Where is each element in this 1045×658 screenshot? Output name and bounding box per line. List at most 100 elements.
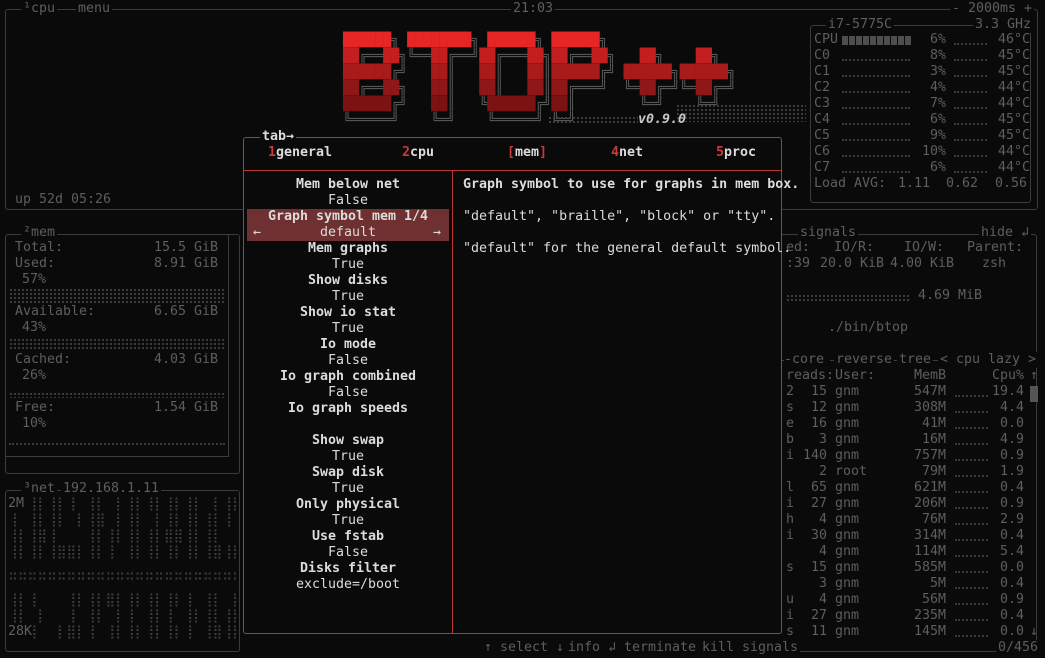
temp-graph [954,104,987,109]
option-label[interactable]: Disks filter [247,561,449,577]
option-value[interactable]: True [247,321,449,337]
option-label[interactable]: Show disks [247,273,449,289]
per-core-toggle[interactable]: -core [784,352,831,368]
tab-cpu[interactable]: 2cpu [402,145,434,161]
cpu-box-title[interactable]: ¹cpu [21,1,58,17]
option-label[interactable]: Show swap [247,433,449,449]
signals-hint[interactable]: signals [740,640,801,656]
tree-toggle[interactable]: tree [897,352,934,368]
process-name[interactable]: l [786,480,794,496]
option-value[interactable]: False [247,545,449,561]
detail-header: IO/R: [834,240,875,255]
col-user[interactable]: User: [835,368,875,384]
mem-free-label: Free: [15,400,56,415]
option-label[interactable]: Only physical [247,497,449,513]
process-mem: 79M [921,464,946,479]
option-label[interactable]: Mem graphs [247,241,449,257]
process-name[interactable]: s [786,400,794,416]
col-threads[interactable]: reads: [786,368,834,384]
tab-mem[interactable]: [mem] [507,145,547,161]
option-label[interactable]: Swap disk [247,465,449,481]
tab-general[interactable]: 1general [268,145,332,161]
proc-mem-value: 4.69 MiB [918,288,983,303]
option-value[interactable]: False [247,193,449,209]
option-value[interactable]: exclude=/boot [247,577,449,593]
temp-graph [954,152,987,157]
cpu-row-label: C3 [814,96,831,111]
option-value[interactable]: True [247,257,449,273]
kill-hint[interactable]: kill [700,640,737,656]
option-value[interactable]: True [247,513,449,529]
tab-net[interactable]: 4net [611,145,643,161]
process-name[interactable]: i [786,448,794,464]
option-label[interactable]: Io graph speeds [247,401,449,417]
info-hint[interactable]: info ↲ [566,640,619,656]
tab-number: 2 [402,145,411,160]
option-label[interactable]: Use fstab [247,529,449,545]
process-mem: 757M [913,448,946,463]
menu-button[interactable]: menu [76,1,113,17]
cpu-frequency: 3.3 GHz [973,17,1034,33]
terminate-hint[interactable]: terminate [622,640,699,656]
option-value[interactable]: default [247,225,449,241]
update-interval[interactable]: - 2000ms + [950,1,1035,17]
option-label[interactable]: Mem below net [247,177,449,193]
mem-used-value: 8.91 GiB [153,256,218,271]
process-name[interactable]: i [786,496,794,512]
uptime: up 52d 05:26 [15,192,112,207]
process-name[interactable]: u [786,592,794,608]
col-mem[interactable]: MemB [900,368,946,384]
option-label[interactable]: Show io stat [247,305,449,321]
process-mem: 56M [921,592,946,607]
signals-button[interactable]: signals [798,225,859,241]
right-arrow-icon[interactable]: → [433,225,441,241]
process-name[interactable]: i [786,528,794,544]
scrollbar-thumb[interactable] [1030,386,1038,402]
process-mem: 585M [913,560,946,575]
cpu-row-pct: 9% [929,128,946,143]
net-graph-row: ⢸⠀⢸⡇⢸⡇⠀⡇⢸⣿⠀⡇⢸⡇⠀⡇⢸⡇⢸⡇⢸⡇⢸⠀⢸⡇⢸⠀ [8,513,236,528]
process-user: gnm [835,496,860,511]
process-cpu: 0.9 [999,592,1024,607]
mem-available-value: 6.65 GiB [153,304,218,319]
select-hint[interactable]: ↑ select ↓ [482,640,567,656]
tab-proc[interactable]: 5proc [716,145,756,161]
option-label[interactable]: Graph symbol mem 1/4 [247,209,449,225]
process-name[interactable]: s [786,560,794,576]
cpu-row-pct: 6% [929,160,946,175]
hide-button[interactable]: hide ↲ [979,225,1032,241]
detail-header: IO/W: [904,240,945,255]
col-cpu[interactable]: Cpu% [980,368,1024,384]
option-value[interactable]: True [247,449,449,465]
process-threads: 4 [818,544,827,559]
process-name[interactable]: e [786,416,794,432]
process-mem: 235M [913,608,946,623]
mem-box-title[interactable]: ²mem [21,225,58,241]
process-threads: 27 [810,608,827,623]
option-value[interactable]: True [247,481,449,497]
process-name[interactable]: b [786,432,794,448]
process-threads: 12 [810,400,827,415]
cpu-row-label: C6 [814,144,831,159]
option-value[interactable]: True [247,289,449,305]
process-name[interactable]: i [786,608,794,624]
process-count: 0/456 [996,640,1041,656]
scroll-down-icon[interactable]: ↓ [1030,624,1038,640]
cpu-row-pct: 7% [929,96,946,111]
option-value[interactable]: False [247,353,449,369]
clock: 21:03 [511,1,556,17]
reverse-toggle[interactable]: reverse [834,352,895,368]
net-box-title[interactable]: ³net [21,481,58,497]
process-name[interactable]: s [786,624,794,640]
process-name[interactable]: h [786,512,794,528]
option-description: Graph symbol to use for graphs in mem bo… [463,177,800,192]
scroll-up-icon[interactable]: ↑ [1030,368,1038,384]
process-mem: 145M [913,624,946,639]
left-arrow-icon[interactable]: ← [253,225,261,241]
process-name[interactable]: 2 [786,384,794,400]
sort-selector[interactable]: < cpu lazy > [938,352,1039,368]
process-cpu: 1.9 [999,464,1024,479]
option-label[interactable]: Io graph combined [247,369,449,385]
option-label[interactable]: Io mode [247,337,449,353]
option-value[interactable]: False [247,385,449,401]
